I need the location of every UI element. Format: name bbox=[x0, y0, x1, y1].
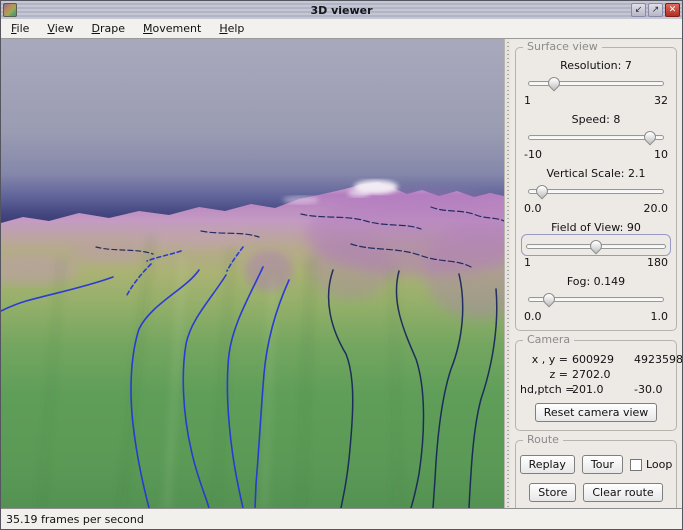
slider-thumb[interactable] bbox=[541, 291, 558, 308]
loop-checkbox-wrap: Loop bbox=[630, 458, 672, 471]
route-group: Route Replay Tour Loop Store Clear route bbox=[515, 440, 677, 513]
replay-button[interactable]: Replay bbox=[520, 455, 575, 474]
vertical-scale-slider[interactable] bbox=[524, 181, 668, 201]
vertical-scale-slider-group: Vertical Scale: 2.1 0.0 20.0 bbox=[522, 166, 670, 217]
speed-min: -10 bbox=[524, 147, 542, 163]
fog-max: 1.0 bbox=[651, 309, 669, 325]
camera-hdptch-label: hd,ptch = bbox=[520, 383, 572, 396]
close-window-icon[interactable]: ✕ bbox=[665, 3, 680, 17]
fps-status-text: 35.19 frames per second bbox=[6, 513, 144, 526]
menu-file[interactable]: File bbox=[9, 20, 37, 37]
menu-movement[interactable]: Movement bbox=[141, 20, 209, 37]
resolution-slider[interactable] bbox=[524, 73, 668, 93]
slider-thumb[interactable] bbox=[641, 129, 658, 146]
menu-bar: File View Drape Movement Help bbox=[1, 19, 682, 39]
shade-window-icon[interactable]: ↙ bbox=[631, 3, 646, 17]
field-of-view-slider[interactable] bbox=[521, 234, 671, 256]
menu-view[interactable]: View bbox=[45, 20, 81, 37]
fog-slider[interactable] bbox=[524, 289, 668, 309]
menu-help[interactable]: Help bbox=[217, 20, 252, 37]
camera-title: Camera bbox=[523, 333, 574, 346]
speed-max: 10 bbox=[654, 147, 668, 163]
slider-track[interactable] bbox=[526, 244, 666, 249]
surface-view-group: Surface view Resolution: 7 1 32 Speed: 8 bbox=[515, 47, 677, 331]
fog-min: 0.0 bbox=[524, 309, 542, 325]
loop-checkbox[interactable] bbox=[630, 459, 642, 471]
camera-z-value: 2702.0 bbox=[572, 368, 634, 381]
fog-label: Fog: 0.149 bbox=[522, 274, 670, 289]
camera-z-label: z = bbox=[520, 368, 572, 381]
slider-thumb[interactable] bbox=[546, 75, 563, 92]
slider-track[interactable] bbox=[528, 297, 664, 302]
camera-readout: x , y = 600929 4923598 z = 2702.0 hd,ptc… bbox=[520, 353, 672, 396]
camera-y-value: 4923598 bbox=[634, 353, 682, 366]
resolution-max: 32 bbox=[654, 93, 668, 109]
vertical-scale-max: 20.0 bbox=[644, 201, 669, 217]
slider-track[interactable] bbox=[528, 189, 664, 194]
camera-z-spacer bbox=[634, 368, 682, 381]
field-of-view-slider-group: Field of View: 90 1 180 bbox=[522, 220, 670, 271]
slider-thumb[interactable] bbox=[534, 183, 551, 200]
resolution-label: Resolution: 7 bbox=[522, 58, 670, 73]
camera-ptch-value: -30.0 bbox=[634, 383, 682, 396]
field-of-view-max: 180 bbox=[647, 255, 668, 271]
terrain-3d-viewport[interactable] bbox=[1, 39, 504, 508]
terrain-scene bbox=[1, 39, 504, 508]
vertical-scale-label: Vertical Scale: 2.1 bbox=[522, 166, 670, 181]
resolution-min: 1 bbox=[524, 93, 531, 109]
menu-drape[interactable]: Drape bbox=[90, 20, 134, 37]
speed-slider[interactable] bbox=[524, 127, 668, 147]
reset-camera-button[interactable]: Reset camera view bbox=[535, 403, 658, 422]
clear-route-button[interactable]: Clear route bbox=[583, 483, 662, 502]
camera-x-value: 600929 bbox=[572, 353, 634, 366]
slider-track[interactable] bbox=[528, 135, 664, 140]
maximize-window-icon[interactable]: ↗ bbox=[648, 3, 663, 17]
slider-thumb[interactable] bbox=[588, 238, 605, 255]
slider-track[interactable] bbox=[528, 81, 664, 86]
store-button[interactable]: Store bbox=[529, 483, 576, 502]
speed-slider-group: Speed: 8 -10 10 bbox=[522, 112, 670, 163]
title-bar[interactable]: 3D viewer ↙ ↗ ✕ bbox=[1, 1, 682, 19]
control-panel: Surface view Resolution: 7 1 32 Speed: 8 bbox=[510, 39, 682, 508]
loop-checkbox-label: Loop bbox=[646, 458, 672, 471]
camera-hd-value: 201.0 bbox=[572, 383, 634, 396]
surface-view-title: Surface view bbox=[523, 40, 602, 53]
field-of-view-min: 1 bbox=[524, 255, 531, 271]
resolution-slider-group: Resolution: 7 1 32 bbox=[522, 58, 670, 109]
route-title: Route bbox=[523, 433, 563, 446]
camera-xy-label: x , y = bbox=[520, 353, 572, 366]
fog-slider-group: Fog: 0.149 0.0 1.0 bbox=[522, 274, 670, 325]
app-window: 3D viewer ↙ ↗ ✕ File View Drape Movement… bbox=[0, 0, 683, 530]
camera-group: Camera x , y = 600929 4923598 z = 2702.0… bbox=[515, 340, 677, 431]
vertical-scale-min: 0.0 bbox=[524, 201, 542, 217]
field-of-view-label: Field of View: 90 bbox=[522, 220, 670, 235]
status-bar: 35.19 frames per second bbox=[1, 508, 682, 530]
speed-label: Speed: 8 bbox=[522, 112, 670, 127]
tour-button[interactable]: Tour bbox=[582, 455, 623, 474]
window-title: 3D viewer bbox=[1, 4, 682, 17]
